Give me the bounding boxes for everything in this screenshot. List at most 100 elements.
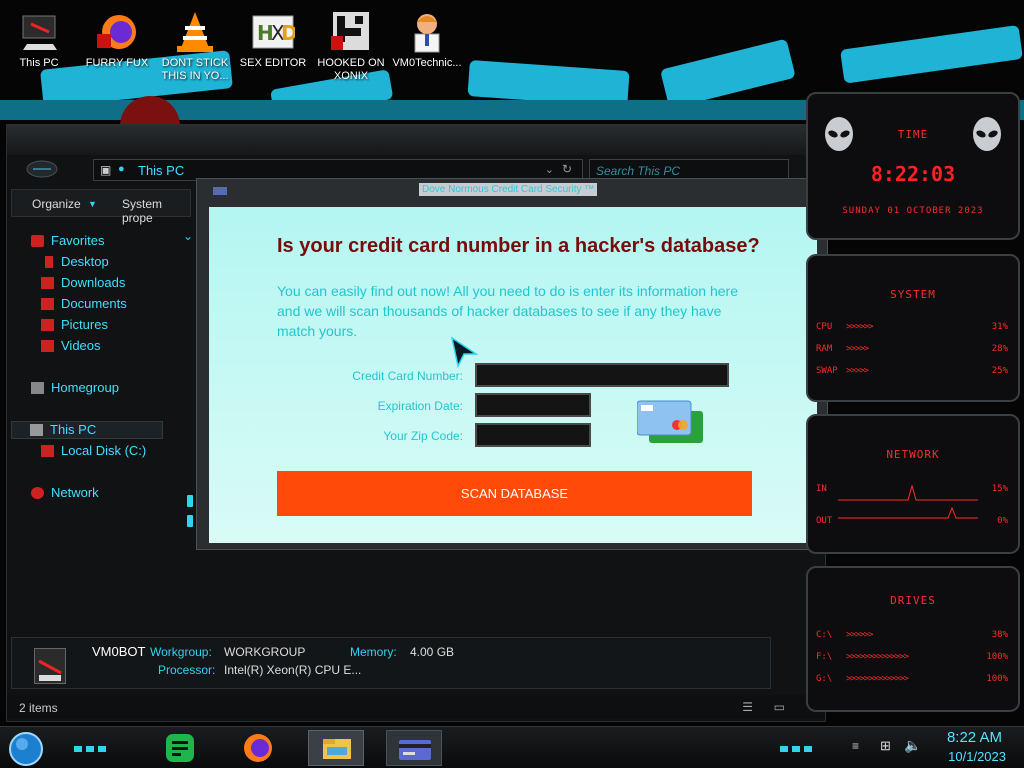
large-icons-view-icon[interactable]: ▭ (774, 700, 785, 714)
card-number-input[interactable] (475, 363, 729, 387)
nav-desktop[interactable]: Desktop (41, 254, 109, 272)
nav-this-pc[interactable]: This PC (11, 421, 163, 439)
taskbar-accent-lights (780, 741, 820, 752)
meter-arrows: >>>>>> (846, 630, 873, 640)
frame-accent-light (187, 495, 193, 507)
desktop-icon-this-pc[interactable]: This PC (3, 4, 75, 70)
desktop: This PC FURRY FUX DONT STICK THIS IN YO.… (0, 0, 1024, 768)
drive-f-meter: F:\ >>>>>>>>>>>>>> 100% (816, 652, 1008, 662)
start-orb-icon[interactable] (8, 731, 44, 767)
technician-icon (405, 10, 449, 54)
drives-gadget-title: DRIVES (890, 594, 936, 607)
svg-text:D: D (281, 21, 295, 45)
credit-card-security-popup: Dove Normous Credit Card Security ™ Is y… (196, 178, 828, 550)
explorer-nav-buttons[interactable] (25, 159, 59, 179)
nav-videos[interactable]: Videos (41, 338, 101, 356)
gadget-date: SUNDAY 01 OCTOBER 2023 (842, 206, 984, 216)
ram-meter: RAM >>>>> 28% (816, 344, 1008, 354)
desktop-icon-hooked-on-xonix[interactable]: HOOKED ON XONIX (315, 4, 387, 83)
details-pane: VM0BOT Workgroup: WORKGROUP Memory: 4.00… (11, 637, 771, 689)
computer-icon (17, 10, 61, 54)
scan-database-button[interactable]: SCAN DATABASE (277, 471, 752, 516)
navigation-pane: Favorites Desktop Downloads Documents Pi… (11, 221, 193, 631)
network-gadget: NETWORK IN 15% OUT 0% (806, 414, 1020, 554)
system-gadget-title: SYSTEM (890, 288, 936, 301)
nav-network[interactable]: Network (31, 485, 99, 503)
workgroup-label: Workgroup: (150, 645, 212, 659)
taskbar-file-explorer[interactable] (308, 730, 364, 766)
status-bar: 2 items ☰ ▭ (7, 695, 825, 719)
search-placeholder: Search This PC (596, 164, 681, 178)
popup-titlebar[interactable]: Dove Normous Credit Card Security ™ (197, 179, 827, 201)
taskbar-firefox[interactable] (230, 730, 286, 766)
pc-thumbnail-icon (34, 648, 66, 684)
organize-menu[interactable]: Organize (32, 197, 81, 211)
details-view-icon[interactable]: ☰ (742, 700, 753, 714)
meter-arrows: >>>>>>>>>>>>>> (846, 674, 909, 684)
desktop-icon-dont-stick[interactable]: DONT STICK THIS IN YO... (159, 4, 231, 83)
collapse-chevron-icon[interactable]: ⌄ (183, 229, 193, 243)
pictures-icon (41, 319, 54, 331)
time-gadget-title: TIME (897, 128, 929, 141)
homegroup-icon (31, 382, 44, 394)
meter-arrows: >>>>> (846, 366, 869, 376)
nav-homegroup[interactable]: Homegroup (31, 380, 119, 398)
taskbar-clock-date[interactable]: 10/1/2023 (948, 749, 1006, 764)
nav-local-disk[interactable]: Local Disk (C:) (41, 443, 146, 461)
show-hidden-icons-icon[interactable]: ≡ (852, 739, 859, 753)
documents-icon (41, 298, 54, 310)
drive-c-meter: C:\ >>>>>> 38% (816, 630, 1008, 640)
expiration-date-input[interactable] (475, 393, 591, 417)
drive-g-meter: G:\ >>>>>>>>>>>>>> 100% (816, 674, 1008, 684)
explorer-titlebar[interactable] (7, 125, 825, 155)
expiration-date-label: Expiration Date: (377, 399, 463, 413)
nav-downloads[interactable]: Downloads (41, 275, 125, 293)
refresh-icon[interactable]: ↻ (562, 162, 572, 176)
desktop-icon-vm0technic[interactable]: VM0Technic... (391, 4, 463, 70)
swap-meter: SWAP >>>>> 25% (816, 366, 1008, 376)
meter-arrows: >>>>>>>>>>>>>> (846, 652, 909, 662)
workgroup-value: WORKGROUP (224, 645, 306, 659)
time-gadget: TIME 8:22:03 SUNDAY 01 OCTOBER 2023 (806, 92, 1020, 240)
zip-code-input[interactable] (475, 423, 591, 447)
meter-arrows: >>>>>> (846, 322, 873, 332)
taskbar-accent-lights (74, 741, 114, 752)
firefox-icon (95, 10, 139, 54)
mouse-cursor-icon (450, 336, 479, 369)
card-number-label: Credit Card Number: (352, 369, 463, 383)
network-tray-icon[interactable]: ⊞ (880, 738, 891, 754)
videos-icon (41, 340, 54, 352)
volume-icon[interactable]: 🔈 (904, 737, 921, 754)
this-pc-icon (30, 424, 43, 436)
memory-value: 4.00 GB (410, 645, 455, 659)
desktop-icon-furry-fux[interactable]: FURRY FUX (81, 4, 153, 70)
drives-gadget: DRIVES C:\ >>>>>> 38% F:\ >>>>>>>>>>>>>>… (806, 566, 1020, 712)
downloads-icon (41, 277, 54, 289)
credit-cards-icon (636, 397, 707, 447)
address-globe-icon: ● (118, 163, 125, 175)
taskbar: ≡ ⊞ 🔈 8:22 AM 10/1/2023 (0, 726, 1024, 768)
network-icon (31, 487, 44, 499)
nav-documents[interactable]: Documents (41, 296, 127, 314)
taskbar-clock-time[interactable]: 8:22 AM (947, 729, 1002, 746)
organize-chevron-icon: ▼ (88, 199, 97, 209)
memory-label: Memory: (350, 645, 397, 659)
nav-favorites[interactable]: Favorites (31, 233, 104, 251)
zip-code-label: Your Zip Code: (383, 429, 463, 443)
meter-arrows: >>>>> (846, 344, 869, 354)
desktop-folder-icon (45, 256, 53, 268)
nav-pictures[interactable]: Pictures (41, 317, 108, 335)
address-pc-icon: ▣ (100, 163, 112, 177)
address-dropdown-icon[interactable]: ⌄ (545, 163, 554, 176)
popup-app-icon (213, 187, 227, 195)
gadget-clock: 8:22:03 (870, 162, 956, 186)
star-icon (31, 235, 44, 247)
drive-icon (41, 445, 54, 457)
desktop-icon-sex-editor[interactable]: HXD SEX EDITOR (237, 4, 309, 70)
cpu-meter: CPU >>>>>> 31% (816, 322, 1008, 332)
network-gadget-title: NETWORK (886, 448, 940, 461)
taskbar-notes-app[interactable] (152, 730, 208, 766)
popup-heading: Is your credit card number in a hacker's… (277, 235, 760, 257)
taskbar-credit-card-app[interactable] (386, 730, 442, 766)
processor-label: Processor: (158, 663, 216, 677)
